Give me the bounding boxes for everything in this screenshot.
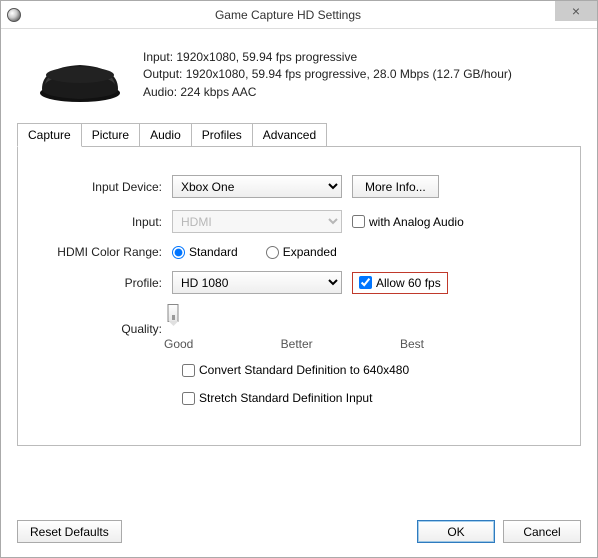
- tab-audio[interactable]: Audio: [139, 123, 192, 147]
- window-title: Game Capture HD Settings: [21, 8, 555, 22]
- tab-panel-capture: Input Device: Xbox One More Info... Inpu…: [17, 146, 581, 446]
- label-profile: Profile:: [42, 276, 172, 290]
- color-expanded-radio-label[interactable]: Expanded: [266, 245, 337, 259]
- quality-slider[interactable]: [172, 306, 174, 321]
- quality-better: Better: [281, 337, 313, 351]
- allow-60fps-text: Allow 60 fps: [376, 276, 441, 290]
- summary-output: Output: 1920x1080, 59.94 fps progressive…: [143, 66, 512, 83]
- label-color-range: HDMI Color Range:: [42, 245, 172, 259]
- device-image: [37, 53, 123, 103]
- more-info-button[interactable]: More Info...: [352, 175, 439, 198]
- tab-capture[interactable]: Capture: [17, 123, 82, 147]
- tab-picture[interactable]: Picture: [81, 123, 140, 147]
- tabstrip: Capture Picture Audio Profiles Advanced: [17, 123, 581, 147]
- dialog-footer: Reset Defaults OK Cancel: [17, 520, 581, 543]
- allow-60fps-highlight: Allow 60 fps: [352, 272, 448, 294]
- close-button[interactable]: ×: [555, 1, 597, 21]
- stretch-sd-checkbox[interactable]: [182, 392, 195, 405]
- content-area: Input: 1920x1080, 59.94 fps progressive …: [1, 29, 597, 462]
- quality-slider-labels: Good Better Best: [164, 337, 424, 351]
- color-standard-radio-label[interactable]: Standard: [172, 245, 238, 259]
- summary-input: Input: 1920x1080, 59.94 fps progressive: [143, 49, 512, 66]
- cancel-button[interactable]: Cancel: [503, 520, 581, 543]
- summary-audio: Audio: 224 kbps AAC: [143, 84, 512, 101]
- input-device-select[interactable]: Xbox One: [172, 175, 342, 198]
- tab-advanced[interactable]: Advanced: [252, 123, 327, 147]
- reset-defaults-button[interactable]: Reset Defaults: [17, 520, 122, 543]
- color-standard-text: Standard: [189, 245, 238, 259]
- allow-60fps-label[interactable]: Allow 60 fps: [359, 276, 441, 290]
- analog-audio-text: with Analog Audio: [369, 215, 464, 229]
- device-summary: Input: 1920x1080, 59.94 fps progressive …: [17, 47, 581, 103]
- settings-window: Game Capture HD Settings × Input: 1920x1…: [0, 0, 598, 558]
- color-expanded-text: Expanded: [283, 245, 337, 259]
- label-input: Input:: [42, 215, 172, 229]
- convert-sd-text: Convert Standard Definition to 640x480: [199, 363, 409, 377]
- label-input-device: Input Device:: [42, 180, 172, 194]
- summary-text: Input: 1920x1080, 59.94 fps progressive …: [143, 47, 512, 103]
- allow-60fps-checkbox[interactable]: [359, 276, 372, 289]
- ok-button[interactable]: OK: [417, 520, 495, 543]
- color-expanded-radio[interactable]: [266, 246, 279, 259]
- label-quality: Quality:: [42, 322, 172, 336]
- profile-select[interactable]: HD 1080: [172, 271, 342, 294]
- stretch-sd-label[interactable]: Stretch Standard Definition Input: [182, 391, 556, 405]
- color-standard-radio[interactable]: [172, 246, 185, 259]
- input-type-select: HDMI: [172, 210, 342, 233]
- app-icon: [7, 8, 21, 22]
- titlebar: Game Capture HD Settings ×: [1, 1, 597, 29]
- analog-audio-checkbox-label[interactable]: with Analog Audio: [352, 215, 464, 229]
- analog-audio-checkbox[interactable]: [352, 215, 365, 228]
- stretch-sd-text: Stretch Standard Definition Input: [199, 391, 372, 405]
- convert-sd-checkbox[interactable]: [182, 364, 195, 377]
- tab-profiles[interactable]: Profiles: [191, 123, 253, 147]
- quality-best: Best: [400, 337, 424, 351]
- convert-sd-label[interactable]: Convert Standard Definition to 640x480: [182, 363, 556, 377]
- quality-good: Good: [164, 337, 193, 351]
